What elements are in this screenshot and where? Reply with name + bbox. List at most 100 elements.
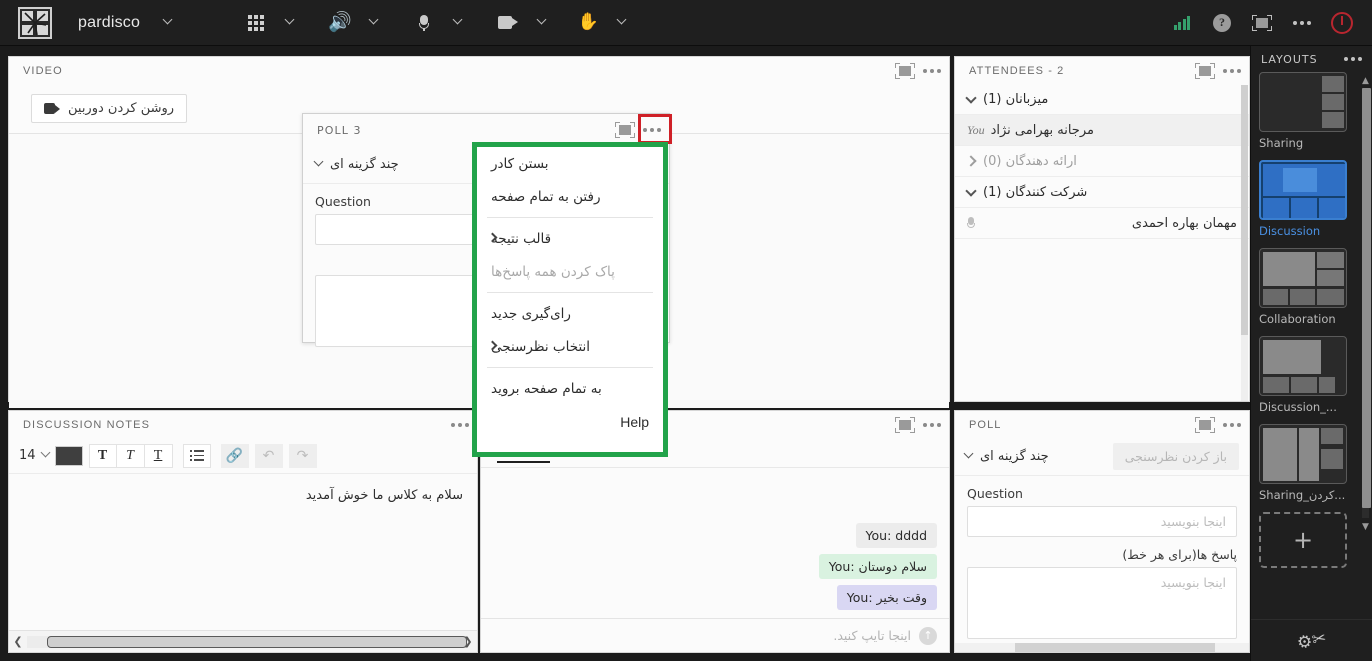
attendees-panel-header: ATTENDEES - 2 bbox=[955, 57, 1249, 84]
layout-thumbnail[interactable] bbox=[1259, 336, 1347, 396]
microphone-icon[interactable] bbox=[404, 0, 444, 46]
layout-label: Collaboration bbox=[1259, 312, 1336, 326]
send-message-icon[interactable]: ↑ bbox=[919, 626, 937, 645]
attendees-more-options-icon[interactable] bbox=[1223, 68, 1241, 73]
menu-item-go-fullscreen[interactable]: رفتن به تمام صفحه bbox=[477, 180, 663, 213]
layout-tools-icon[interactable]: ⚙✂ bbox=[1295, 628, 1328, 654]
italic-button[interactable]: T bbox=[116, 443, 145, 468]
poll-panel-title: POLL bbox=[969, 418, 1002, 431]
chat-input[interactable]: اینجا تایپ کنید. bbox=[493, 628, 911, 643]
insert-link-button[interactable]: 🔗 bbox=[220, 443, 249, 468]
layout-thumbnail[interactable] bbox=[1259, 160, 1347, 220]
menu-item-close-frame[interactable]: بستن کادر bbox=[477, 147, 663, 180]
scroll-down-arrow-icon[interactable]: ▼ bbox=[1361, 522, 1370, 532]
scroll-thumb[interactable] bbox=[1241, 85, 1248, 335]
menu-separator bbox=[487, 367, 653, 368]
layouts-more-options-icon[interactable] bbox=[1344, 57, 1362, 61]
scroll-thumb[interactable] bbox=[1362, 88, 1371, 508]
bold-button[interactable]: T bbox=[88, 443, 117, 468]
redo-button[interactable]: ↷ bbox=[288, 443, 317, 468]
camera-caret-icon[interactable] bbox=[528, 0, 554, 46]
poll-horizontal-scrollbar[interactable] bbox=[955, 643, 1249, 652]
layout-item-collaboration[interactable]: Collaboration bbox=[1259, 248, 1355, 326]
chevron-down-icon bbox=[313, 156, 324, 167]
attendees-group-hosts[interactable]: میزبانان (1) bbox=[955, 84, 1249, 115]
app-logo-icon[interactable] bbox=[18, 6, 52, 39]
poll3-type-dropdown[interactable]: چند گزینه ای bbox=[313, 156, 399, 172]
menu-item-help[interactable]: Help bbox=[477, 405, 663, 438]
poll-type-value: چند گزینه ای bbox=[980, 449, 1049, 464]
scroll-track[interactable] bbox=[27, 635, 467, 648]
layout-item-discussion-2[interactable]: Discussion_... bbox=[1259, 336, 1355, 414]
underline-button[interactable]: T bbox=[144, 443, 173, 468]
poll-question-input[interactable]: اینجا بنویسید bbox=[967, 506, 1237, 537]
undo-button[interactable]: ↶ bbox=[254, 443, 283, 468]
video-panel-title: VIDEO bbox=[23, 64, 63, 77]
poll-fullscreen-icon[interactable] bbox=[1195, 416, 1215, 433]
scroll-left-arrow-icon[interactable]: ❮ bbox=[9, 635, 27, 648]
scroll-thumb[interactable] bbox=[47, 635, 467, 648]
link-icon: 🔗 bbox=[225, 447, 244, 464]
attendees-fullscreen-icon[interactable] bbox=[1195, 62, 1215, 79]
notes-content[interactable]: سلام به کلاس ما خوش آمدید bbox=[9, 474, 477, 644]
more-options-icon[interactable] bbox=[1282, 0, 1322, 46]
text-color-swatch[interactable] bbox=[54, 445, 83, 466]
attendees-scrollbar[interactable] bbox=[1241, 85, 1248, 401]
layout-item-discussion[interactable]: Discussion bbox=[1259, 160, 1355, 238]
chat-message: You: dddd bbox=[855, 523, 937, 548]
video-fullscreen-icon[interactable] bbox=[895, 62, 915, 79]
camera-icon[interactable] bbox=[488, 0, 528, 46]
layout-thumbnail[interactable] bbox=[1259, 248, 1347, 308]
microphone-muted-icon[interactable] bbox=[967, 216, 975, 230]
poll3-more-options-icon[interactable] bbox=[643, 128, 661, 132]
speaker-icon[interactable]: 🔊 bbox=[320, 0, 360, 46]
raise-hand-caret-icon[interactable] bbox=[608, 0, 634, 46]
layout-thumbnail[interactable] bbox=[1259, 72, 1347, 132]
speaker-caret-icon[interactable] bbox=[360, 0, 386, 46]
attendee-row[interactable]: مهمان بهاره احمدی bbox=[955, 208, 1249, 239]
attendees-group-participants[interactable]: شرکت کنندگان (1) bbox=[955, 177, 1249, 208]
scroll-up-arrow-icon[interactable]: ▲ bbox=[1361, 76, 1370, 86]
leave-session-icon[interactable] bbox=[1322, 0, 1362, 46]
layout-item-add[interactable]: + bbox=[1259, 512, 1355, 568]
menu-separator bbox=[487, 217, 653, 218]
attendees-panel: ATTENDEES - 2 میزبانان (1) مرجانه بهرامی… bbox=[954, 56, 1250, 402]
attendees-group-presenters[interactable]: ارائه دهندگان (0) bbox=[955, 146, 1249, 177]
add-layout-button[interactable]: + bbox=[1259, 512, 1347, 568]
raise-hand-icon[interactable]: ✋ bbox=[568, 0, 608, 46]
menu-item-go-to-fullscreen[interactable]: به تمام صفحه بروید bbox=[477, 372, 663, 405]
layouts-scrollbar[interactable]: ▲ ▼ bbox=[1361, 76, 1371, 576]
open-poll-button[interactable]: باز کردن نظرسنجی bbox=[1112, 443, 1239, 470]
layout-item-sharing-2[interactable]: Sharing_کردن... bbox=[1259, 424, 1355, 502]
poll3-fullscreen-icon[interactable] bbox=[615, 122, 635, 138]
scroll-track[interactable] bbox=[1362, 88, 1371, 518]
menu-item-select-poll[interactable]: انتخاب نظرسنجی bbox=[477, 330, 663, 363]
poll-more-options-icon[interactable] bbox=[1223, 422, 1241, 427]
video-more-options-icon[interactable] bbox=[923, 68, 941, 73]
group-label: شرکت کنندگان (1) bbox=[983, 184, 1088, 200]
menu-separator bbox=[487, 292, 653, 293]
chat-input-row: اینجا تایپ کنید. ↑ bbox=[481, 618, 949, 652]
bullet-list-button[interactable] bbox=[182, 443, 211, 468]
menu-item-new-poll[interactable]: رای‌گیری جدید bbox=[477, 297, 663, 330]
font-size-dropdown[interactable]: 14 bbox=[19, 447, 50, 463]
notes-more-options-icon[interactable] bbox=[451, 422, 469, 427]
apps-grid-caret-icon[interactable] bbox=[276, 0, 302, 46]
poll-type-dropdown[interactable]: چند گزینه ای bbox=[963, 448, 1049, 464]
poll-answers-input[interactable]: اینجا بنویسید bbox=[967, 567, 1237, 639]
help-icon[interactable]: ? bbox=[1202, 0, 1242, 46]
layout-thumbnail[interactable] bbox=[1259, 424, 1347, 484]
app-menu-caret-icon[interactable] bbox=[154, 0, 180, 46]
attendee-row[interactable]: مرجانه بهرامی نژاد You bbox=[955, 115, 1249, 146]
network-signal-icon[interactable] bbox=[1162, 0, 1202, 46]
turn-on-camera-button[interactable]: روشن کردن دوربین bbox=[31, 94, 188, 123]
chat-fullscreen-icon[interactable] bbox=[895, 416, 915, 433]
microphone-caret-icon[interactable] bbox=[444, 0, 470, 46]
fullscreen-icon[interactable] bbox=[1242, 0, 1282, 46]
notes-horizontal-scrollbar[interactable]: ❮ ❯ bbox=[9, 630, 477, 652]
menu-item-result-format[interactable]: قالب نتیجه bbox=[477, 222, 663, 255]
chat-more-options-icon[interactable] bbox=[923, 422, 941, 427]
scroll-thumb[interactable] bbox=[1015, 643, 1215, 652]
apps-grid-icon[interactable] bbox=[236, 0, 276, 46]
layout-item-sharing[interactable]: Sharing bbox=[1259, 72, 1355, 150]
